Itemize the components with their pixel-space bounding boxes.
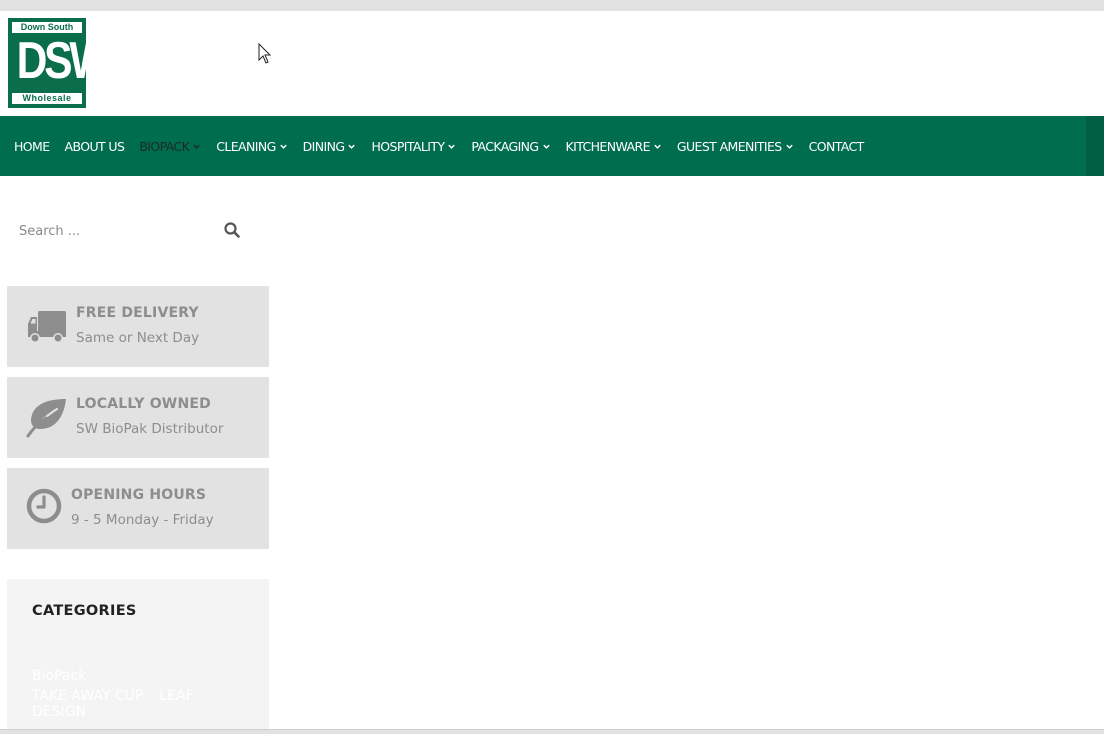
chevron-down-icon	[348, 144, 356, 149]
nav-item-packaging[interactable]: PACKAGING	[471, 139, 550, 154]
feature-title: LOCALLY OWNED	[76, 396, 211, 412]
feature-free-delivery: FREE DELIVERY Same or Next Day	[7, 286, 269, 367]
browser-top-strip	[0, 0, 1104, 11]
nav-label: DINING	[302, 138, 345, 154]
nav-item-contact[interactable]: CONTACT	[808, 138, 865, 154]
nav-item-guest-amenities[interactable]: GUEST AMENITIES	[677, 139, 794, 154]
nav-item-kitchenware[interactable]: KITCHENWARE	[566, 139, 662, 154]
nav-item-hospitality[interactable]: HOSPITALITY	[371, 139, 456, 154]
nav-label: HOSPITALITY	[371, 138, 445, 154]
chevron-down-icon	[193, 144, 200, 149]
feature-opening-hours: OPENING HOURS 9 - 5 Monday - Friday	[7, 468, 269, 549]
feature-locally-owned: LOCALLY OWNED SW BioPak Distributor	[7, 377, 269, 458]
chevron-down-icon	[448, 144, 456, 149]
main-navigation: HOME ABOUT US BIOPACK CLEANING DINING HO…	[0, 116, 1104, 176]
chevron-down-icon	[279, 144, 287, 149]
feature-title: OPENING HOURS	[71, 487, 207, 503]
nav-label: GUEST AMENITIES	[676, 138, 782, 154]
truck-icon	[28, 311, 66, 343]
categories-title: CATEGORIES	[32, 603, 137, 619]
feature-title: FREE DELIVERY	[76, 305, 199, 321]
category-link-biopack[interactable]: BioPack	[32, 668, 232, 684]
nav-label: CONTACT	[808, 138, 865, 154]
nav-item-about-us[interactable]: ABOUT US	[65, 139, 125, 154]
nav-label: CLEANING	[216, 138, 276, 154]
chevron-down-icon	[654, 144, 661, 149]
chevron-down-icon	[542, 144, 550, 149]
nav-label: BIOPACK	[139, 138, 190, 154]
nav-item-cleaning[interactable]: CLEANING	[216, 139, 287, 154]
logo-bottom-text: Wholesale	[12, 93, 82, 104]
search-icon[interactable]	[223, 221, 241, 239]
nav-menu: HOME ABOUT US BIOPACK CLEANING DINING HO…	[14, 116, 879, 176]
leaf-icon	[26, 399, 66, 438]
feature-subtitle: SW BioPak Distributor	[76, 421, 224, 437]
feature-subtitle: Same or Next Day	[76, 330, 200, 346]
nav-edge-strip	[1086, 116, 1104, 176]
nav-label: HOME	[14, 138, 50, 154]
category-link-take-away-cup[interactable]: TAKE AWAY CUP – LEAF DESIGN	[32, 688, 232, 720]
nav-item-biopack[interactable]: BIOPACK	[139, 139, 201, 154]
nav-label: ABOUT US	[64, 138, 125, 154]
clock-icon	[26, 488, 62, 524]
search-input[interactable]	[19, 218, 219, 244]
nav-item-home[interactable]: HOME	[14, 139, 50, 154]
nav-item-dining[interactable]: DINING	[303, 139, 357, 154]
nav-label: KITCHENWARE	[565, 138, 651, 154]
nav-label: PACKAGING	[471, 138, 539, 154]
site-logo[interactable]: Down South DSW Wholesale	[8, 18, 110, 108]
chevron-down-icon	[785, 144, 793, 149]
feature-subtitle: 9 - 5 Monday - Friday	[71, 512, 214, 528]
browser-bottom-strip	[0, 729, 1104, 734]
mouse-cursor-icon	[258, 43, 272, 64]
logo-main-text: DSW	[16, 32, 110, 90]
categories-widget: CATEGORIES BioPack TAKE AWAY CUP – LEAF …	[7, 579, 269, 729]
search-form	[7, 210, 269, 252]
site-header: Down South DSW Wholesale	[0, 11, 1104, 116]
